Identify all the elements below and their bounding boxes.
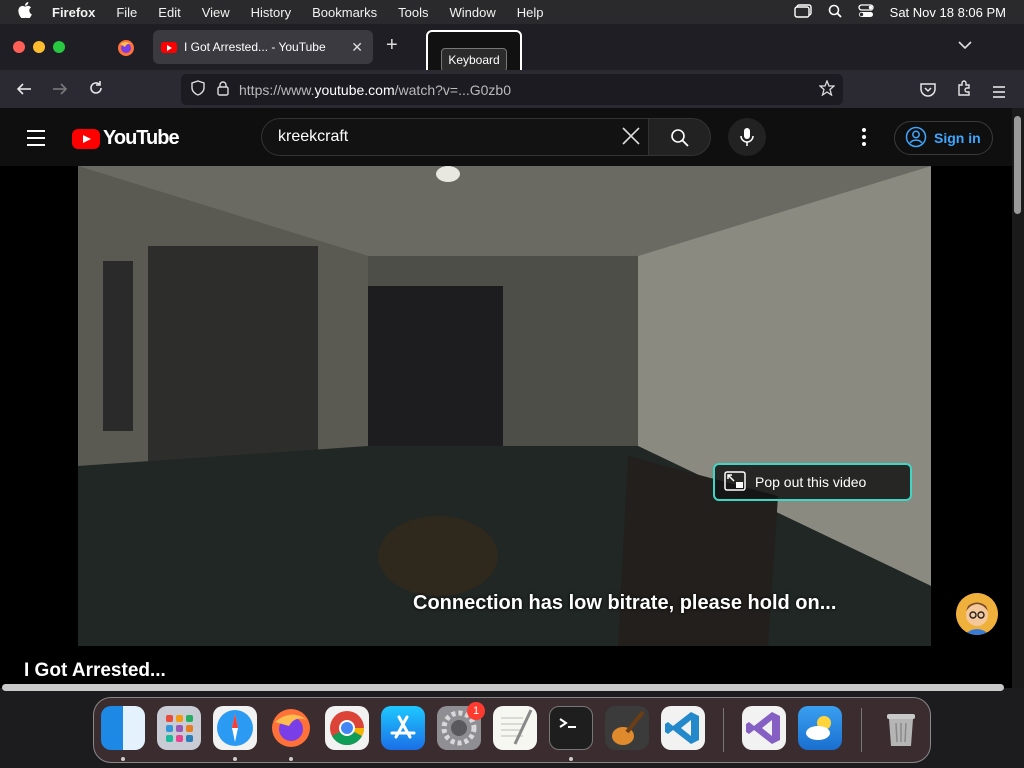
safari-running-dot (233, 757, 237, 761)
youtube-wordmark: YouTube (103, 127, 180, 149)
menu-tools[interactable]: Tools (398, 5, 428, 20)
sign-in-label: Sign in (934, 130, 981, 146)
control-center-icon[interactable] (858, 3, 874, 21)
menu-history[interactable]: History (251, 5, 291, 20)
visual-studio-icon[interactable] (742, 706, 786, 750)
search-query: kreekcraft (278, 128, 349, 145)
vertical-scrollbar[interactable] (1012, 108, 1024, 688)
apple-icon[interactable] (18, 2, 36, 22)
url-path: /watch?v=...G0zb0 (394, 81, 511, 98)
microphone-icon (740, 127, 754, 152)
close-tab-icon[interactable]: ✕ (351, 39, 363, 56)
low-bitrate-message: Connection has low bitrate, please hold … (413, 592, 837, 614)
search-button[interactable] (648, 118, 711, 156)
window-switcher-icon[interactable] (793, 3, 812, 21)
menu-help[interactable]: Help (517, 5, 544, 20)
search-input[interactable]: kreekcraft (261, 118, 649, 156)
firefox-icon[interactable] (269, 706, 313, 750)
forward-arrow-icon[interactable] (52, 80, 68, 101)
menu-firefox[interactable]: Firefox (52, 5, 95, 20)
menu-window[interactable]: Window (450, 5, 496, 20)
menu-bookmarks[interactable]: Bookmarks (312, 5, 377, 20)
chrome-icon[interactable] (325, 706, 369, 750)
vertical-scrollbar-thumb[interactable] (1014, 116, 1021, 214)
textedit-icon[interactable] (493, 706, 537, 750)
menu-bar: Firefox File Edit View History Bookmarks… (0, 0, 1024, 24)
search-icon[interactable] (828, 4, 842, 21)
extensions-icon[interactable] (956, 80, 972, 101)
video-frame-image (78, 166, 931, 646)
app-menu-icon[interactable] (992, 82, 1006, 103)
guide-menu-icon[interactable] (27, 130, 45, 151)
back-arrow-icon[interactable] (16, 80, 32, 101)
app-store-icon[interactable] (381, 706, 425, 750)
shield-icon[interactable] (191, 80, 205, 99)
lock-icon[interactable] (217, 80, 229, 99)
firefox-running-dot (289, 757, 293, 761)
minimize-window-button[interactable] (33, 41, 45, 53)
menu-file[interactable]: File (116, 5, 137, 20)
tab-title: I Got Arrested... - YouTube (184, 40, 326, 54)
system-settings-badge: 1 (467, 702, 485, 720)
more-options-icon[interactable] (862, 128, 866, 149)
garageband-icon[interactable] (605, 706, 649, 750)
clear-search-icon[interactable] (621, 126, 641, 152)
youtube-play-icon (72, 128, 100, 149)
new-tab-icon[interactable]: + (386, 34, 398, 57)
pop-out-video-button[interactable]: Pop out this video (713, 463, 912, 501)
menu-view[interactable]: View (202, 5, 230, 20)
dock-separator-trash (861, 708, 862, 752)
youtube-logo[interactable]: YouTube (72, 127, 180, 150)
terminal-running-dot (569, 757, 573, 761)
tab-firefox-pinned[interactable] (110, 32, 142, 64)
url-bar[interactable]: https://www.youtube.com/watch?v=...G0zb0 (181, 74, 843, 105)
terminal-icon[interactable] (549, 706, 593, 750)
url-text: https://www.youtube.com/watch?v=...G0zb0 (239, 82, 511, 98)
search-magnifier-icon (670, 128, 690, 153)
weather-icon[interactable] (798, 706, 842, 750)
channel-avatar[interactable] (956, 593, 998, 635)
sign-in-button[interactable]: Sign in (894, 121, 993, 155)
safari-icon[interactable] (213, 706, 257, 750)
list-all-tabs-chevron-icon[interactable] (958, 36, 972, 52)
bookmark-star-icon[interactable] (818, 79, 836, 99)
finder-running-dot (121, 757, 125, 761)
account-circle-icon (905, 126, 927, 151)
close-window-button[interactable] (13, 41, 25, 53)
pop-out-label: Pop out this video (755, 474, 867, 490)
picture-in-picture-icon (724, 470, 746, 494)
menu-edit[interactable]: Edit (158, 5, 180, 20)
tab-youtube-video[interactable]: I Got Arrested... - YouTube ✕ (153, 30, 373, 64)
tooltip-label: Keyboard (441, 48, 507, 72)
video-player[interactable] (78, 166, 931, 646)
menubar-clock[interactable]: Sat Nov 18 8:06 PM (890, 5, 1006, 20)
trash-icon[interactable] (879, 706, 923, 750)
video-title: I Got Arrested... (24, 660, 166, 681)
launchpad-icon[interactable] (157, 706, 201, 750)
youtube-favicon-icon (161, 41, 177, 53)
vscode-icon[interactable] (661, 706, 705, 750)
horizontal-scrollbar[interactable] (2, 684, 1004, 691)
voice-search-button[interactable] (728, 118, 766, 156)
finder-icon[interactable] (101, 706, 145, 750)
dock-separator (723, 708, 724, 752)
zoom-window-button[interactable] (53, 41, 65, 53)
reload-icon[interactable] (88, 80, 104, 101)
url-domain: youtube.com (314, 81, 395, 98)
pocket-icon[interactable] (920, 81, 936, 102)
url-prefix: https://www. (239, 81, 315, 98)
